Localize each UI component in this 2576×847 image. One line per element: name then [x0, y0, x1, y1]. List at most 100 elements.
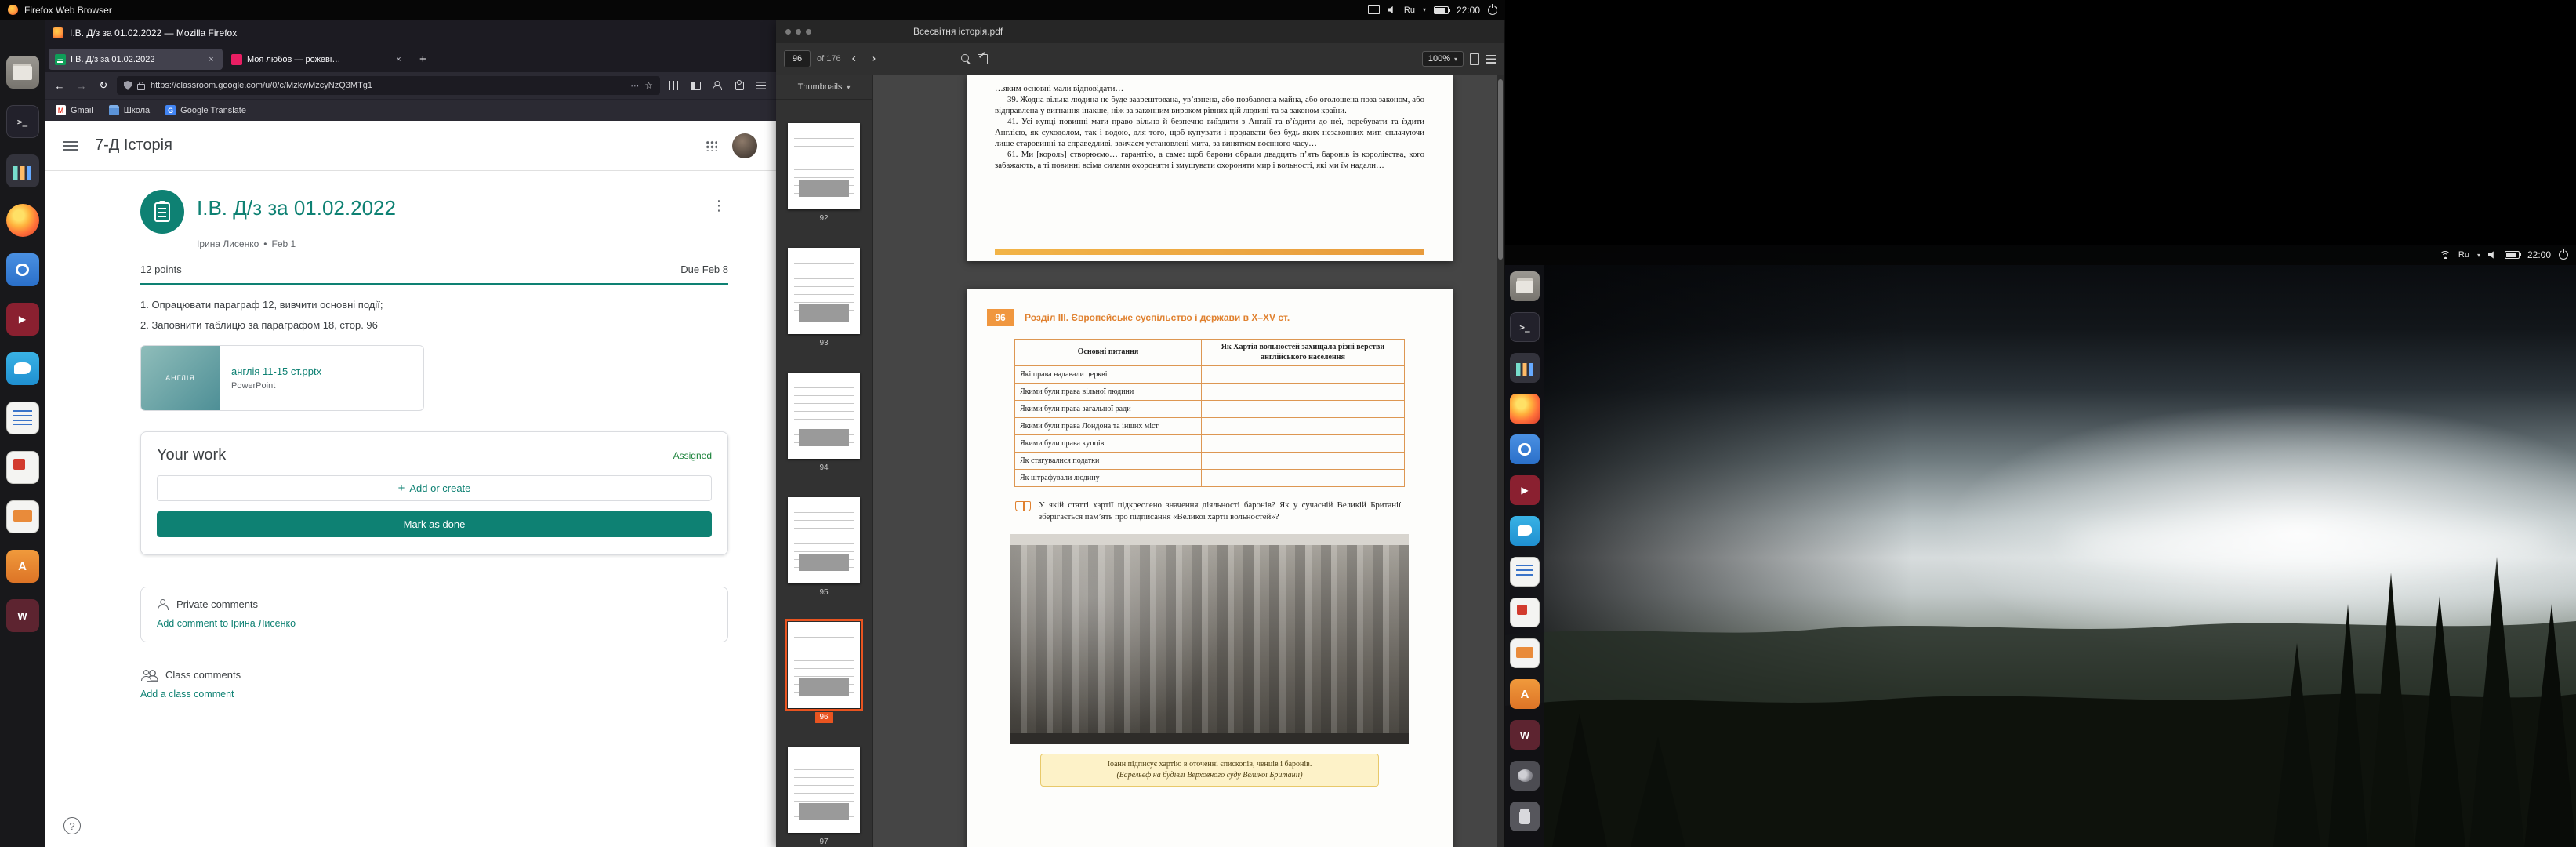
page-thumbnail[interactable]	[788, 123, 860, 209]
main-menu-icon[interactable]	[63, 141, 78, 151]
power-icon[interactable]	[2559, 250, 2568, 260]
new-tab-button[interactable]: +	[412, 53, 434, 66]
dock-icon-messenger[interactable]	[1510, 516, 1540, 546]
mark-as-done-button[interactable]: Mark as done	[157, 511, 712, 537]
thumbnail-page-95[interactable]: 95	[788, 497, 860, 598]
tab-music[interactable]: Моя любов — рожеві… ×	[225, 49, 410, 70]
dock-icon-firefox[interactable]	[1510, 394, 1540, 424]
dock-icon-libreoffice[interactable]	[6, 550, 39, 583]
page-thumbnail[interactable]	[788, 373, 860, 459]
reload-button[interactable]: ↻	[95, 77, 112, 94]
add-class-comment-link[interactable]: Add a class comment	[140, 689, 728, 700]
volume-icon[interactable]	[1388, 6, 1396, 14]
dock-icon-camera[interactable]	[1510, 434, 1540, 464]
dock-icon-system-monitor[interactable]	[1510, 353, 1540, 383]
battery-icon[interactable]	[2505, 251, 2520, 259]
attachment-card[interactable]: АНГЛІЯ англія 11-15 ст.pptx PowerPoint	[140, 345, 424, 411]
firefox-titlebar[interactable]: І.В. Д/з за 01.02.2022 — Mozilla Firefox	[45, 20, 776, 46]
keyboard-layout-indicator[interactable]: Ru	[2458, 250, 2469, 260]
menu-icon[interactable]	[1486, 55, 1496, 64]
dock-icon-pdf-document[interactable]	[6, 451, 39, 484]
shield-icon[interactable]	[124, 81, 132, 90]
overflow-icon[interactable]: ⋯	[630, 81, 639, 91]
battery-icon[interactable]	[1434, 6, 1449, 14]
page-thumbnail[interactable]	[788, 622, 860, 708]
dock-icon-writer-document[interactable]	[6, 402, 39, 434]
page-thumbnail[interactable]	[788, 248, 860, 334]
pdf-canvas[interactable]: …яким основні мали відповідати… 39. Жодн…	[873, 75, 1504, 847]
scrollbar-thumb[interactable]	[1498, 79, 1503, 260]
thumbnail-page-94[interactable]: 94	[788, 373, 860, 474]
dock-icon-messenger[interactable]	[6, 352, 39, 385]
avatar[interactable]	[732, 133, 757, 158]
bookmark-gmail[interactable]: M Gmail	[56, 105, 93, 115]
dock-icon-trash[interactable]	[1510, 802, 1540, 831]
close-tab-icon[interactable]: ×	[394, 55, 404, 64]
url-bar[interactable]: https://classroom.google.com/u/0/c/MzkwM…	[117, 76, 660, 95]
more-options-icon[interactable]: ⋮	[709, 198, 728, 214]
page-thumbnail[interactable]	[788, 747, 860, 833]
back-button[interactable]: ←	[51, 77, 68, 94]
focused-app-menu[interactable]: Firefox Web Browser	[8, 5, 112, 16]
annotate-icon[interactable]	[978, 54, 988, 64]
window-controls[interactable]	[785, 29, 811, 35]
dock-icon-system-monitor[interactable]	[6, 154, 39, 187]
extensions-button[interactable]	[731, 77, 748, 94]
dock-icon-wine-app[interactable]	[6, 599, 39, 632]
dock-icon-wine-app[interactable]	[1510, 720, 1540, 750]
clock[interactable]: 22:00	[2527, 249, 2551, 260]
dock-icon-media-player[interactable]	[1510, 475, 1540, 505]
dock-icon-pdf-document[interactable]	[1510, 598, 1540, 627]
google-apps-icon[interactable]	[706, 140, 717, 151]
dock-icon-writer-document[interactable]	[1510, 557, 1540, 587]
dock-icon-firefox[interactable]	[6, 204, 39, 237]
dock-icon-files[interactable]	[1510, 271, 1540, 301]
bookmark-page-icon[interactable]	[1470, 53, 1479, 65]
volume-icon[interactable]	[2488, 251, 2497, 259]
worksheet-row: Як стягувалися податки	[1015, 453, 1405, 470]
dock-icon-presentation-document[interactable]	[6, 500, 39, 533]
dock-icon-files[interactable]	[6, 56, 39, 89]
forward-button[interactable]: →	[73, 77, 90, 94]
dock-icon-terminal[interactable]	[1510, 312, 1540, 342]
bookmark-folder-school[interactable]: Школа	[109, 105, 150, 115]
wifi-icon[interactable]	[2440, 251, 2451, 259]
add-or-create-button[interactable]: + Add or create	[157, 475, 712, 501]
page-number-input[interactable]: 96	[784, 50, 811, 67]
course-title[interactable]: 7-Д Історія	[95, 136, 172, 154]
scrollbar[interactable]	[1497, 75, 1504, 847]
tab-classroom[interactable]: І.В. Д/з за 01.02.2022 ×	[49, 49, 223, 70]
clock[interactable]: 22:00	[1457, 5, 1480, 16]
bookmark-translate[interactable]: G Google Translate	[165, 105, 246, 115]
library-button[interactable]	[665, 77, 682, 94]
bookmark-star-icon[interactable]: ☆	[644, 80, 653, 91]
next-page-button[interactable]: ›	[867, 52, 880, 66]
display-icon[interactable]	[1368, 5, 1380, 14]
sidebar-button[interactable]	[687, 77, 704, 94]
account-button[interactable]	[709, 77, 726, 94]
dock-icon-presentation-document[interactable]	[1510, 638, 1540, 668]
dock-icon-libreoffice[interactable]	[1510, 679, 1540, 709]
pdf-titlebar[interactable]: Всесвітня історія.pdf	[776, 20, 1504, 43]
thumbnail-page-92[interactable]: 92	[788, 123, 860, 224]
dock-icon-camera[interactable]	[6, 253, 39, 286]
add-private-comment-link[interactable]: Add comment to Ірина Лисенко	[157, 618, 712, 629]
dock-icon-terminal[interactable]	[6, 105, 39, 138]
thumbnails-selector[interactable]: Thumbnails ▾	[776, 75, 872, 100]
attachment-title[interactable]: англія 11-15 ст.pptx	[231, 365, 321, 377]
dock-icon-media-player[interactable]	[6, 303, 39, 336]
thumbnail-page-93[interactable]: 93	[788, 248, 860, 349]
keyboard-layout-indicator[interactable]: Ru	[1404, 5, 1415, 15]
close-tab-icon[interactable]: ×	[206, 55, 216, 64]
dock-icon-image-editor[interactable]	[1510, 761, 1540, 791]
page-thumbnail[interactable]	[788, 497, 860, 583]
search-icon[interactable]	[961, 54, 971, 64]
power-icon[interactable]	[1488, 5, 1497, 15]
help-icon[interactable]: ?	[63, 817, 81, 834]
thumbnail-page-96[interactable]: 96	[788, 622, 860, 723]
app-menu-button[interactable]	[753, 77, 770, 94]
zoom-control[interactable]: 100% ▾	[1422, 51, 1464, 67]
url-text[interactable]: https://classroom.google.com/u/0/c/MzkwM…	[151, 81, 625, 90]
previous-page-button[interactable]: ‹	[847, 52, 861, 66]
thumbnail-page-97[interactable]: 97	[788, 747, 860, 847]
